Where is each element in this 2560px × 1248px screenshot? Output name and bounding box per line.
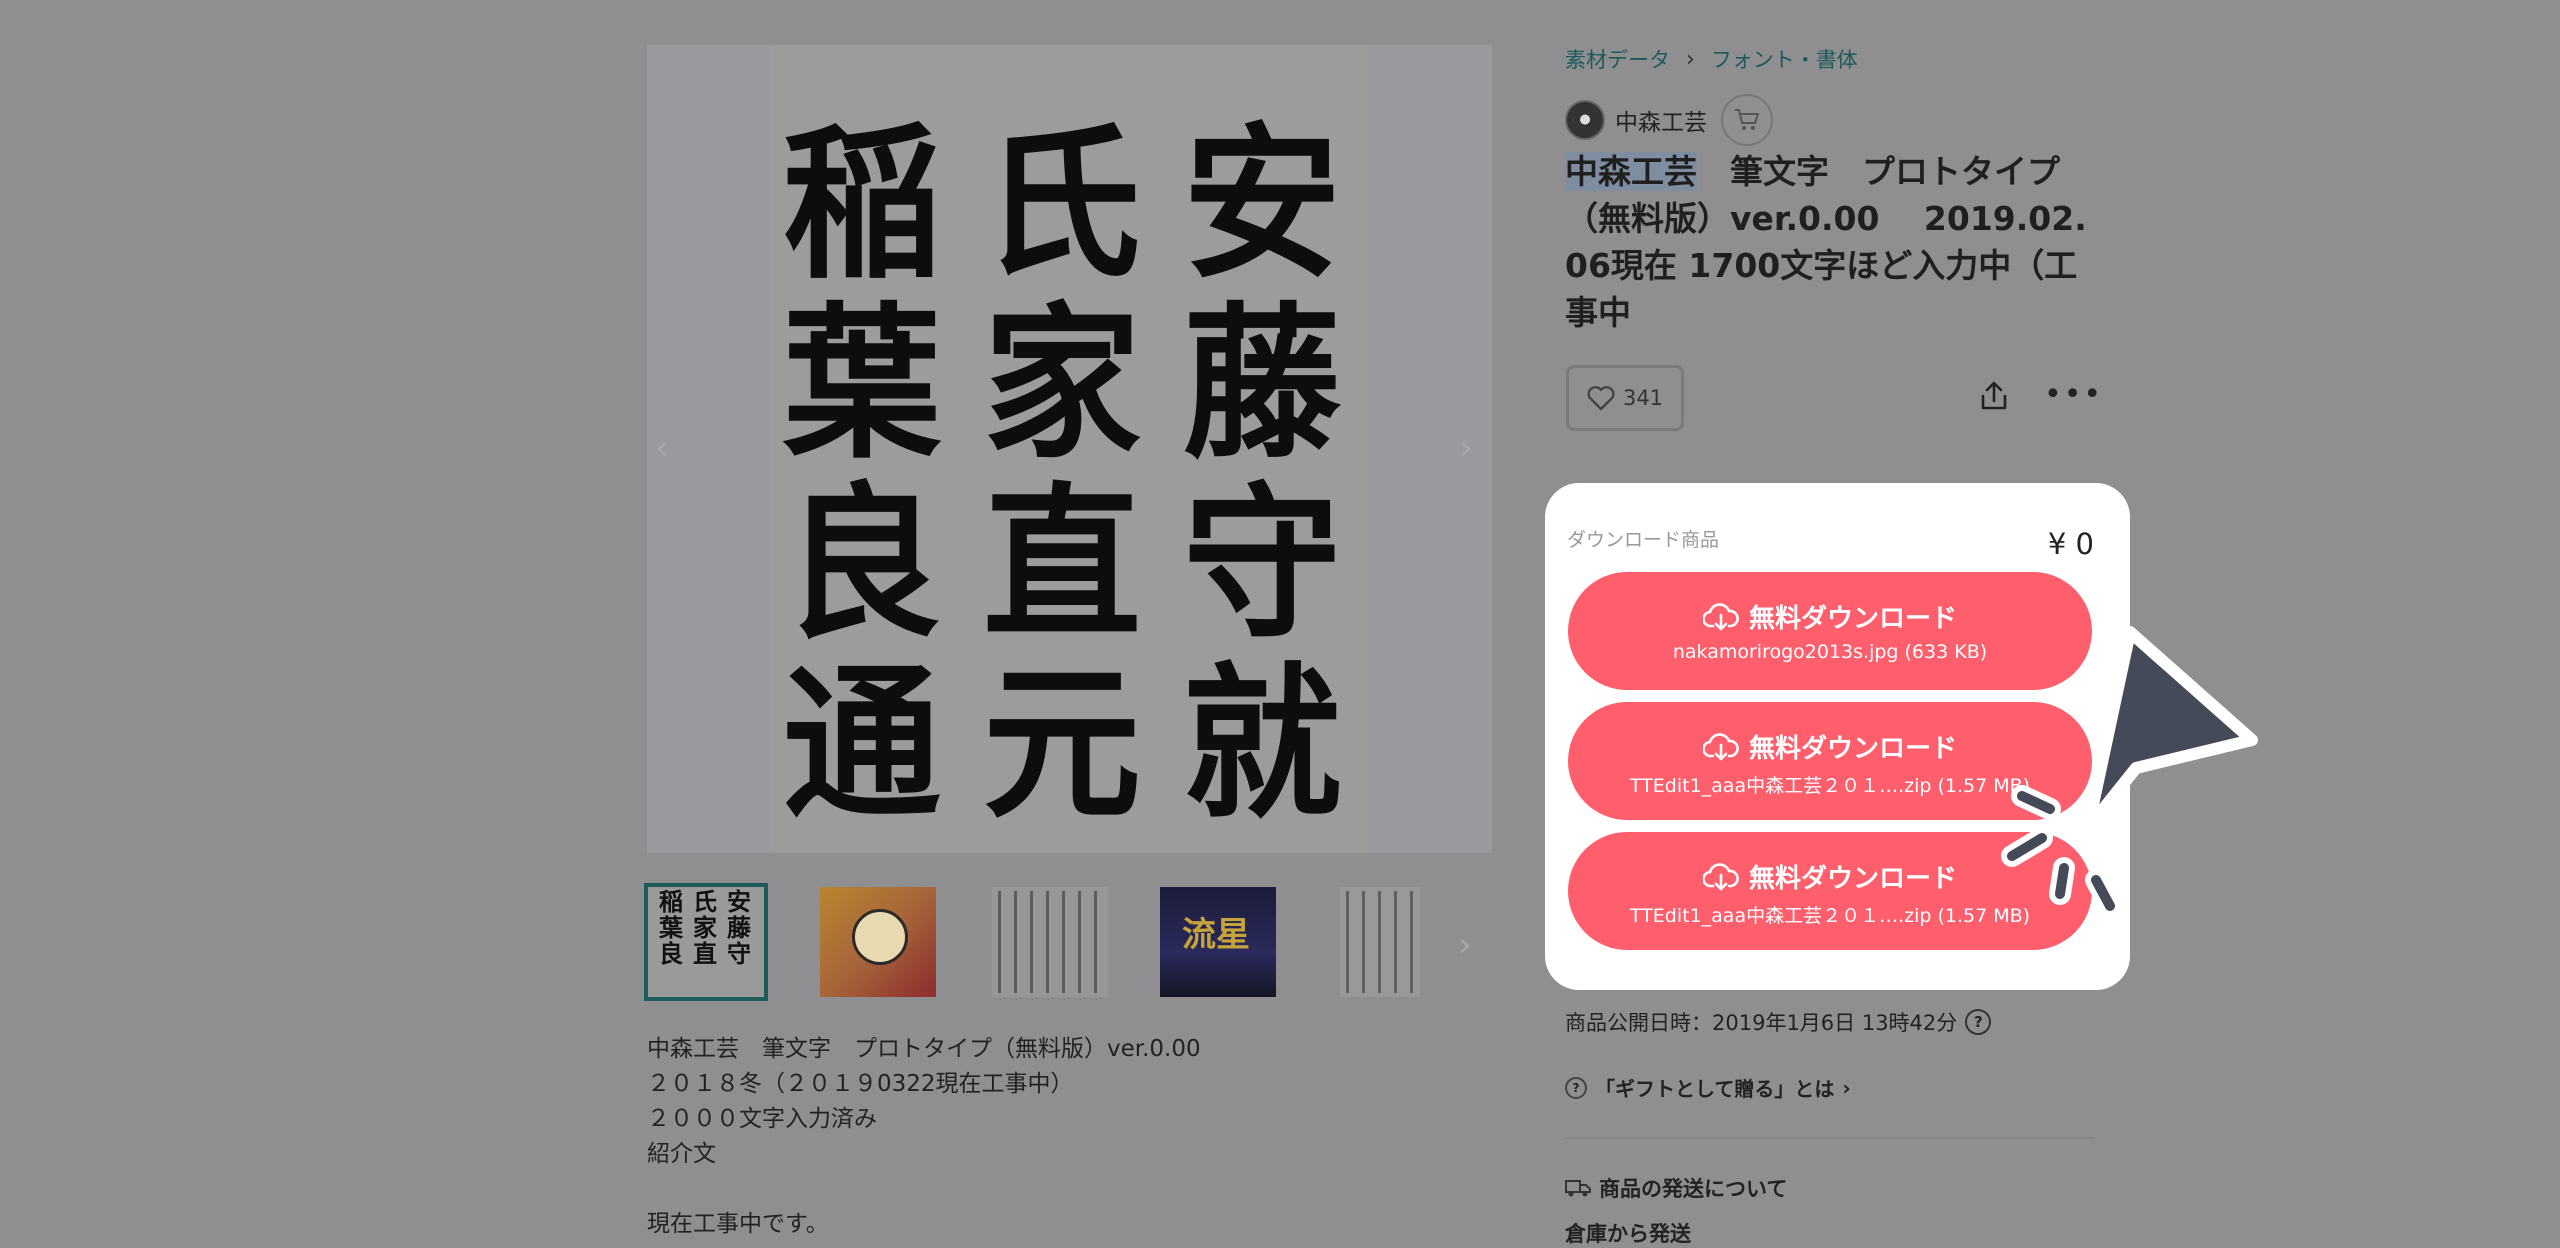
description-line: ２０１８冬（２０１９0322現在工事中） <box>647 1071 1074 1097</box>
thumbnail-3[interactable] <box>992 887 1108 997</box>
shipping-heading: 商品の発送について <box>1565 1173 1787 1203</box>
calligraphy-char: 良 <box>783 467 941 662</box>
cart-icon <box>1735 109 1760 130</box>
cloud-download-icon <box>1702 602 1739 630</box>
calligraphy-char: 直 <box>983 467 1141 662</box>
description-line: 紹介文 <box>647 1141 716 1167</box>
description-line: 中森工芸 筆文字 プロトタイプ（無料版）ver.0.00 <box>647 1036 1201 1062</box>
share-button[interactable] <box>1979 380 2009 416</box>
shop-cart-button[interactable] <box>1721 94 1773 146</box>
help-icon[interactable]: ? <box>1965 1009 1992 1035</box>
breadcrumb-item-materials[interactable]: 素材データ <box>1565 44 1670 74</box>
thumbnail-5[interactable] <box>1340 887 1420 997</box>
like-count: 341 <box>1622 386 1664 410</box>
calligraphy-char: 元 <box>983 647 1141 842</box>
shop-name[interactable]: 中森工芸 <box>1615 103 1707 137</box>
shop-avatar[interactable]: ● <box>1565 100 1605 140</box>
price: ¥ 0 <box>2047 527 2094 561</box>
calligraphy-char: 稲 <box>783 107 941 302</box>
chevron-right-icon: › <box>1842 1075 1851 1100</box>
gift-info-link[interactable]: ? 「ギフトとして贈る」とは › <box>1565 1073 1851 1102</box>
product-title-highlight: 中森工芸 <box>1565 152 1697 191</box>
publish-date: 商品公開日時：2019年1月6日 13時42分 ? <box>1565 1007 1992 1037</box>
calligraphy-char: 就 <box>1183 647 1341 842</box>
thumbnail-2[interactable] <box>820 887 936 997</box>
heart-icon <box>1587 386 1615 411</box>
calligraphy-char: 氏 <box>983 107 1141 302</box>
mini-char: 稲 <box>659 887 683 916</box>
shop-row: ● 中森工芸 <box>1565 94 1773 146</box>
calligraphy-columns-image <box>998 891 1102 993</box>
cloud-download-icon <box>1702 732 1739 760</box>
mini-char: 良 <box>659 939 683 968</box>
breadcrumb-separator: › <box>1686 46 1695 72</box>
more-options-button[interactable]: ••• <box>2044 380 2103 410</box>
cloud-download-icon <box>1702 862 1739 890</box>
calligraphy-char: 葉 <box>783 287 941 482</box>
more-icon: ••• <box>2044 377 2104 412</box>
divider <box>1565 1137 2095 1139</box>
mini-char: 藤 <box>727 913 751 942</box>
description-line: ２０００文字入力済み <box>647 1106 877 1132</box>
breadcrumb-item-fonts[interactable]: フォント・書体 <box>1711 44 1858 74</box>
thumbnail-title: 流星 <box>1182 915 1250 955</box>
shipping-method: 倉庫から発送 <box>1565 1222 1691 1246</box>
breadcrumb: 素材データ › フォント・書体 <box>1565 44 1858 74</box>
download-button-label: 無料ダウンロード <box>1748 734 1957 764</box>
calligraphy-char: 安 <box>1183 107 1341 302</box>
mini-char: 家 <box>693 913 717 942</box>
description-spacer <box>647 1172 1267 1207</box>
pointer-cursor-icon <box>2001 626 2258 917</box>
share-icon <box>1981 381 2007 410</box>
calligraphy-grid: 稲 氏 安 葉 家 藤 良 直 守 通 元 就 <box>762 110 1362 839</box>
publish-date-text: 商品公開日時：2019年1月6日 13時42分 <box>1565 1011 1958 1035</box>
calligraphy-char: 通 <box>783 647 941 842</box>
thumbnail-4[interactable]: 流星 <box>1160 887 1276 997</box>
next-thumbnail-arrow[interactable]: › <box>1458 928 1472 962</box>
prev-image-arrow[interactable]: ‹ <box>655 431 669 465</box>
mini-char: 氏 <box>693 887 717 916</box>
next-image-arrow[interactable]: › <box>1459 431 1473 465</box>
calligraphy-char: 藤 <box>1183 287 1341 482</box>
like-button[interactable]: 341 <box>1566 365 1684 431</box>
download-button-label: 無料ダウンロード <box>1748 604 1957 634</box>
question-circle-icon: ? <box>1565 1076 1587 1099</box>
family-crest-image <box>852 909 908 965</box>
calligraphy-char: 家 <box>983 287 1141 482</box>
description-line: 現在工事中です。 <box>647 1211 829 1237</box>
gift-link-text: 「ギフトとして贈る」とは <box>1595 1077 1835 1101</box>
product-title: 中森工芸 筆文字 プロトタイプ（無料版）ver.0.00 2019.02.06現… <box>1565 148 2105 336</box>
mini-char: 守 <box>727 939 751 968</box>
truck-icon <box>1565 1180 1591 1197</box>
mini-char: 葉 <box>659 913 683 942</box>
calligraphy-char: 守 <box>1183 467 1341 662</box>
mini-char: 安 <box>727 887 751 916</box>
calligraphy-columns-image <box>1346 891 1414 993</box>
download-button-label: 無料ダウンロード <box>1748 864 1957 894</box>
main-product-image[interactable]: 稲 氏 安 葉 家 藤 良 直 守 通 元 就 ‹ › <box>647 45 1492 853</box>
product-description: 中森工芸 筆文字 プロトタイプ（無料版）ver.0.00 ２０１８冬（２０１９0… <box>647 1032 1267 1242</box>
shipping-heading-text: 商品の発送について <box>1599 1177 1788 1201</box>
thumbnail-1[interactable]: 稲 氏 安 葉 家 藤 良 直 守 <box>644 883 768 1001</box>
download-label: ダウンロード商品 <box>1567 529 1720 551</box>
mini-char: 直 <box>693 939 717 968</box>
